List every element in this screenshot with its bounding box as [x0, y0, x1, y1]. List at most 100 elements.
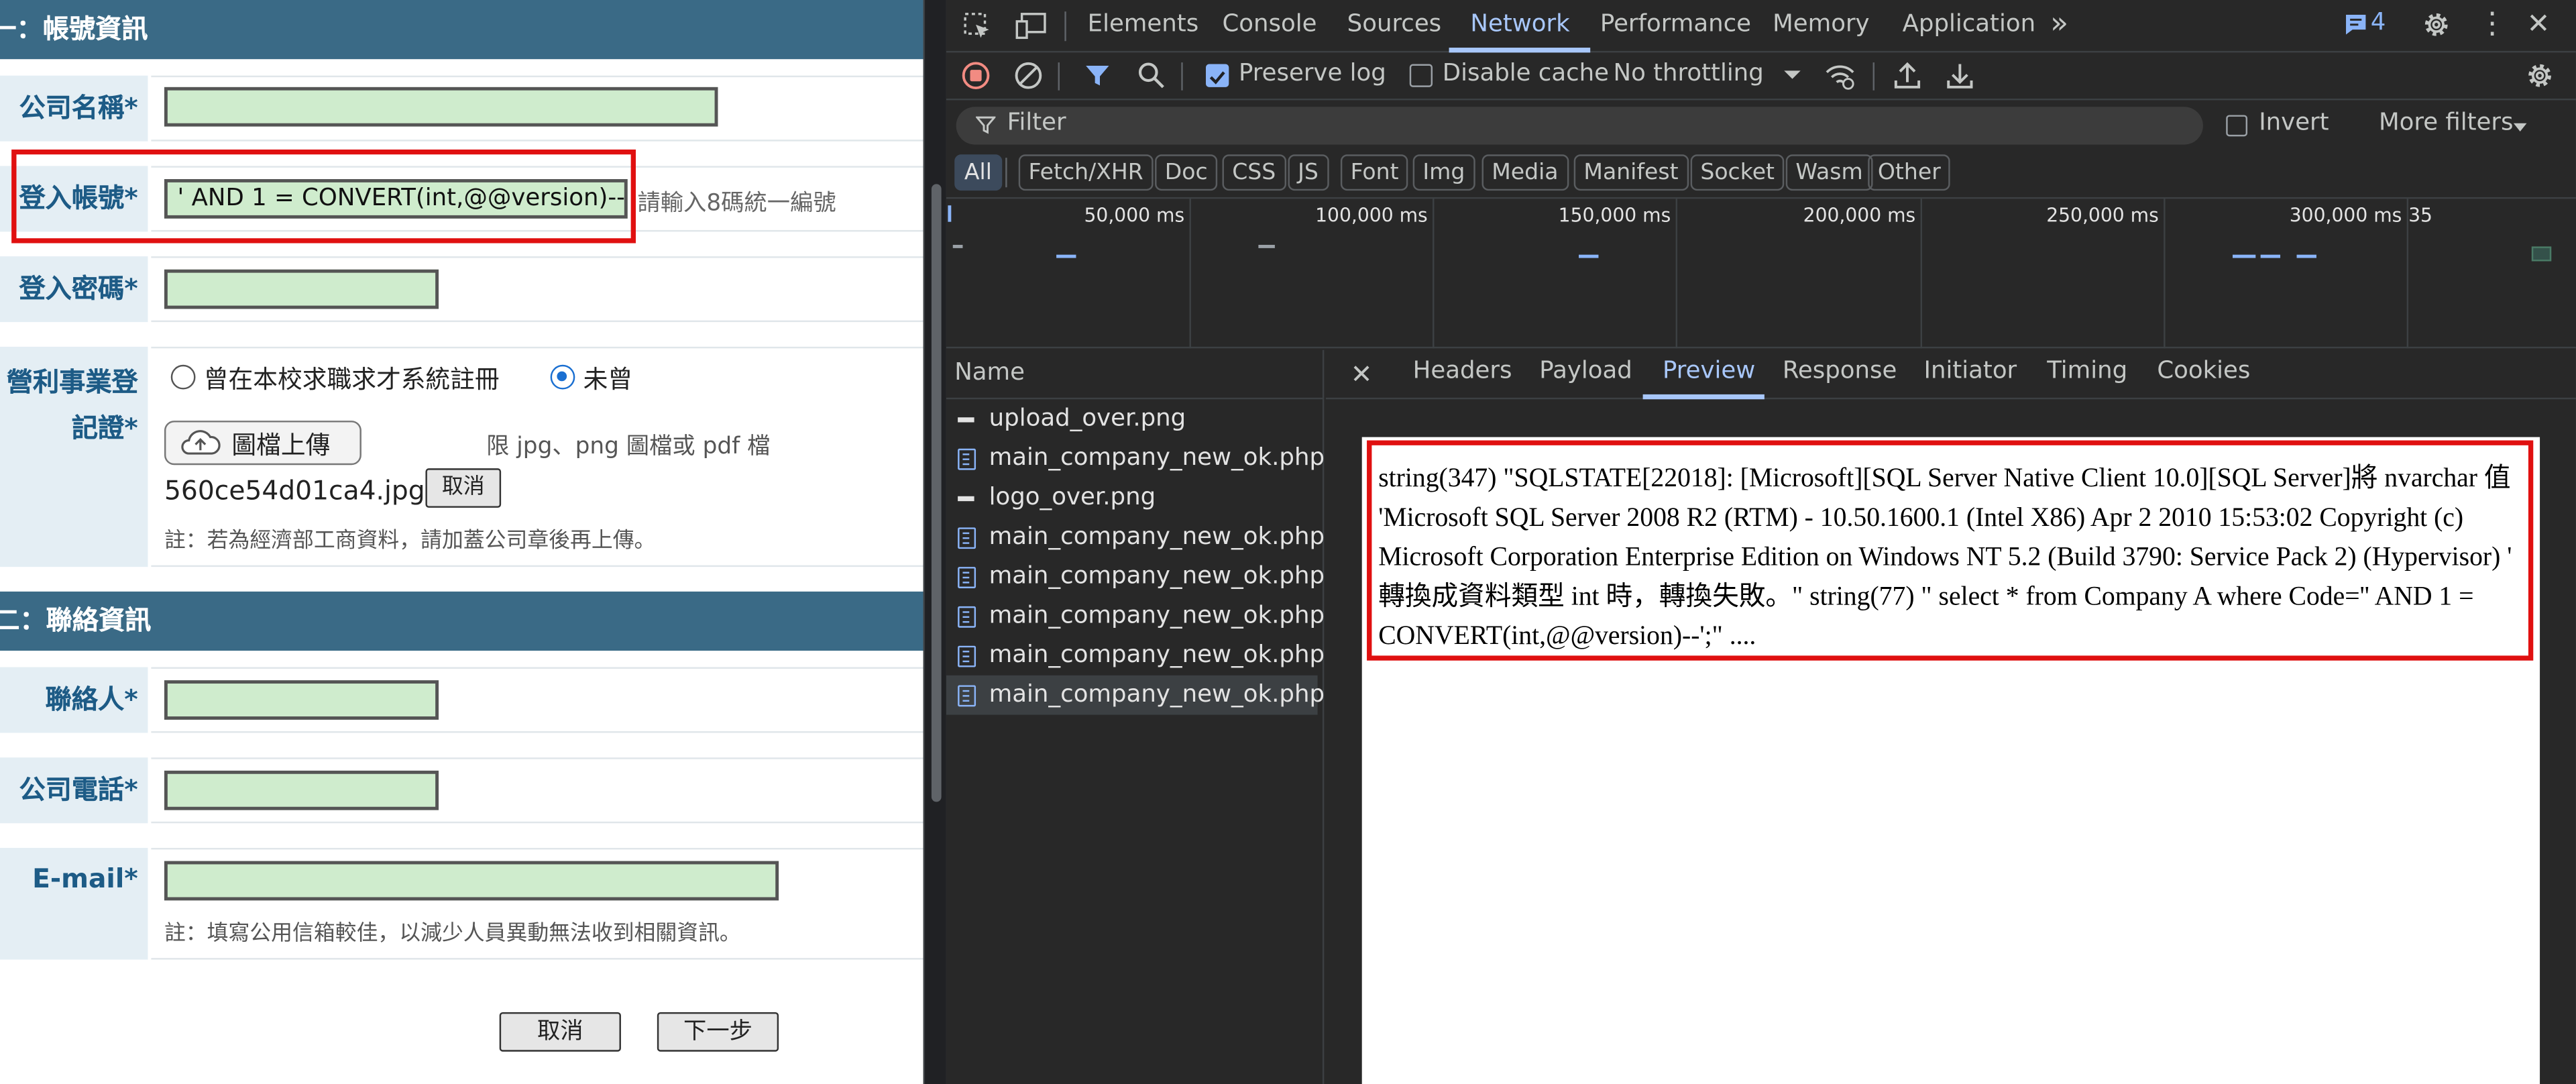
tab-memory[interactable]: Memory — [1773, 11, 1869, 38]
throttling-dropdown-icon[interactable] — [1784, 70, 1801, 79]
detail-tab-cookies[interactable]: Cookies — [2157, 358, 2250, 384]
file-cancel-button[interactable]: 取消 — [425, 468, 502, 508]
more-tabs-icon[interactable]: » — [2050, 7, 2068, 41]
close-detail-icon[interactable]: ✕ — [1351, 359, 1373, 389]
throttling-select[interactable]: No throttling — [1614, 61, 1764, 87]
issues-icon[interactable] — [2345, 13, 2367, 36]
filter-input[interactable] — [956, 107, 2203, 145]
radio-not-registered[interactable] — [550, 364, 575, 390]
radio-registered[interactable] — [170, 364, 196, 390]
timeline-tick: 50,000 ms — [1084, 203, 1185, 227]
contact-input[interactable] — [164, 680, 439, 720]
type-filter-fetch-xhr[interactable]: Fetch/XHR — [1018, 154, 1154, 191]
timeline-tick: 35 — [2408, 203, 2432, 227]
next-button[interactable]: 下一步 — [657, 1012, 779, 1052]
upload-button[interactable]: 圖檔上傳 — [164, 421, 361, 466]
preserve-log-label: Preserve log — [1238, 60, 1386, 87]
type-filter-all[interactable]: All — [954, 154, 1002, 191]
type-filter-doc[interactable]: Doc — [1155, 154, 1218, 191]
request-row[interactable]: main_company_new_ok.php — [946, 636, 1325, 675]
page-scrollbar[interactable] — [923, 0, 946, 1084]
close-devtools-icon[interactable]: ✕ — [2526, 10, 2550, 40]
disable-cache-checkbox[interactable] — [1409, 64, 1433, 87]
more-filters-dropdown-icon[interactable] — [2513, 123, 2527, 131]
more-filters-button[interactable]: More filters — [2379, 110, 2513, 136]
inspect-element-icon[interactable] — [962, 11, 992, 41]
timeline-gridline — [1920, 197, 1923, 349]
network-settings-gear-icon[interactable] — [2525, 61, 2555, 91]
request-row[interactable]: main_company_new_ok.php — [946, 557, 1325, 596]
timeline-bar — [2296, 254, 2316, 258]
timeline-bar — [2233, 254, 2256, 258]
scrollbar-thumb[interactable] — [931, 184, 942, 802]
password-input[interactable] — [164, 269, 439, 309]
timeline-bar — [2260, 254, 2281, 258]
type-filter-css[interactable]: CSS — [1222, 154, 1286, 191]
tab-application[interactable]: Application — [1903, 11, 2035, 38]
detail-tab-preview[interactable]: Preview — [1663, 358, 1755, 384]
timeline-gridline — [1433, 197, 1435, 349]
section-contact-header: 二：聯絡資訊 — [0, 591, 923, 651]
type-filter-socket[interactable]: Socket — [1690, 154, 1785, 191]
device-toolbar-icon[interactable] — [1015, 11, 1048, 41]
toolbar-divider — [1181, 62, 1183, 91]
request-row[interactable]: main_company_new_ok.php — [946, 439, 1325, 478]
type-filter-manifest[interactable]: Manifest — [1573, 154, 1689, 191]
search-icon[interactable] — [1137, 61, 1166, 91]
tab-elements[interactable]: Elements — [1088, 11, 1199, 38]
type-filter-wasm[interactable]: Wasm — [1785, 154, 1873, 191]
settings-gear-icon[interactable] — [2422, 10, 2451, 40]
stop-recording-icon[interactable] — [961, 61, 991, 91]
type-filter-font[interactable]: Font — [1340, 154, 1409, 191]
radio-not-label: 未曾 — [583, 364, 633, 394]
type-filter-other[interactable]: Other — [1868, 154, 1951, 191]
contact-cell — [151, 667, 923, 733]
highlight-login-account — [11, 149, 636, 243]
name-column-header[interactable]: Name — [954, 360, 1025, 386]
timeline-bar — [1579, 254, 1599, 258]
cancel-button[interactable]: 取消 — [499, 1012, 621, 1052]
request-row[interactable]: main_company_new_ok.php — [946, 675, 1325, 715]
import-har-icon[interactable] — [1894, 61, 1921, 91]
cloud-upload-icon — [181, 430, 221, 455]
preserve-log-checkbox[interactable] — [1206, 64, 1229, 87]
tab-network-underline — [1449, 48, 1591, 53]
document-file-icon — [958, 685, 976, 707]
phone-input[interactable] — [164, 770, 439, 810]
contact-label: 聯絡人* — [0, 667, 148, 733]
detail-tab-initiator[interactable]: Initiator — [1923, 358, 2017, 384]
registration-form: 一：帳號資訊 公司名稱* 登入帳號* ' AND 1 = CONVERT(int… — [0, 0, 923, 1084]
tab-console[interactable]: Console — [1223, 11, 1317, 38]
more-options-icon[interactable]: ⋮ — [2477, 9, 2507, 40]
timeline-tick: 150,000 ms — [1558, 203, 1671, 227]
toolbar-divider — [1058, 62, 1060, 91]
detail-tab-response[interactable]: Response — [1783, 358, 1897, 384]
request-row[interactable]: main_company_new_ok.php — [946, 596, 1325, 636]
invert-checkbox[interactable] — [2226, 115, 2248, 137]
type-filter-img[interactable]: Img — [1412, 154, 1475, 191]
filter-funnel-icon[interactable] — [1084, 62, 1111, 89]
network-conditions-icon[interactable] — [1824, 61, 1856, 91]
section-account-header: 一：帳號資訊 — [0, 0, 923, 60]
request-row[interactable]: logo_over.png — [946, 478, 1318, 518]
detail-tab-timing[interactable]: Timing — [2047, 358, 2127, 384]
tab-sources[interactable]: Sources — [1347, 11, 1442, 38]
detail-tab-payload[interactable]: Payload — [1539, 358, 1632, 384]
request-row[interactable]: upload_over.png — [946, 399, 1318, 439]
type-filter-js[interactable]: JS — [1288, 154, 1329, 191]
company-name-input[interactable] — [164, 87, 718, 127]
detail-tab-headers[interactable]: Headers — [1413, 358, 1512, 384]
tab-network[interactable]: Network — [1470, 11, 1569, 38]
request-name: main_company_new_ok.php — [989, 682, 1325, 708]
export-har-icon[interactable] — [1947, 61, 1973, 91]
clear-icon[interactable] — [1013, 61, 1043, 91]
type-filter-media[interactable]: Media — [1481, 154, 1569, 191]
tab-performance[interactable]: Performance — [1600, 11, 1751, 38]
document-file-icon — [958, 527, 976, 549]
checkmark-icon — [1209, 71, 1225, 85]
request-row[interactable]: main_company_new_ok.php — [946, 518, 1325, 557]
image-file-icon — [958, 417, 974, 423]
email-input[interactable] — [164, 861, 779, 901]
timeline-gridline — [2164, 197, 2166, 349]
uploaded-filename: 560ce54d01ca4.jpg — [164, 474, 425, 506]
